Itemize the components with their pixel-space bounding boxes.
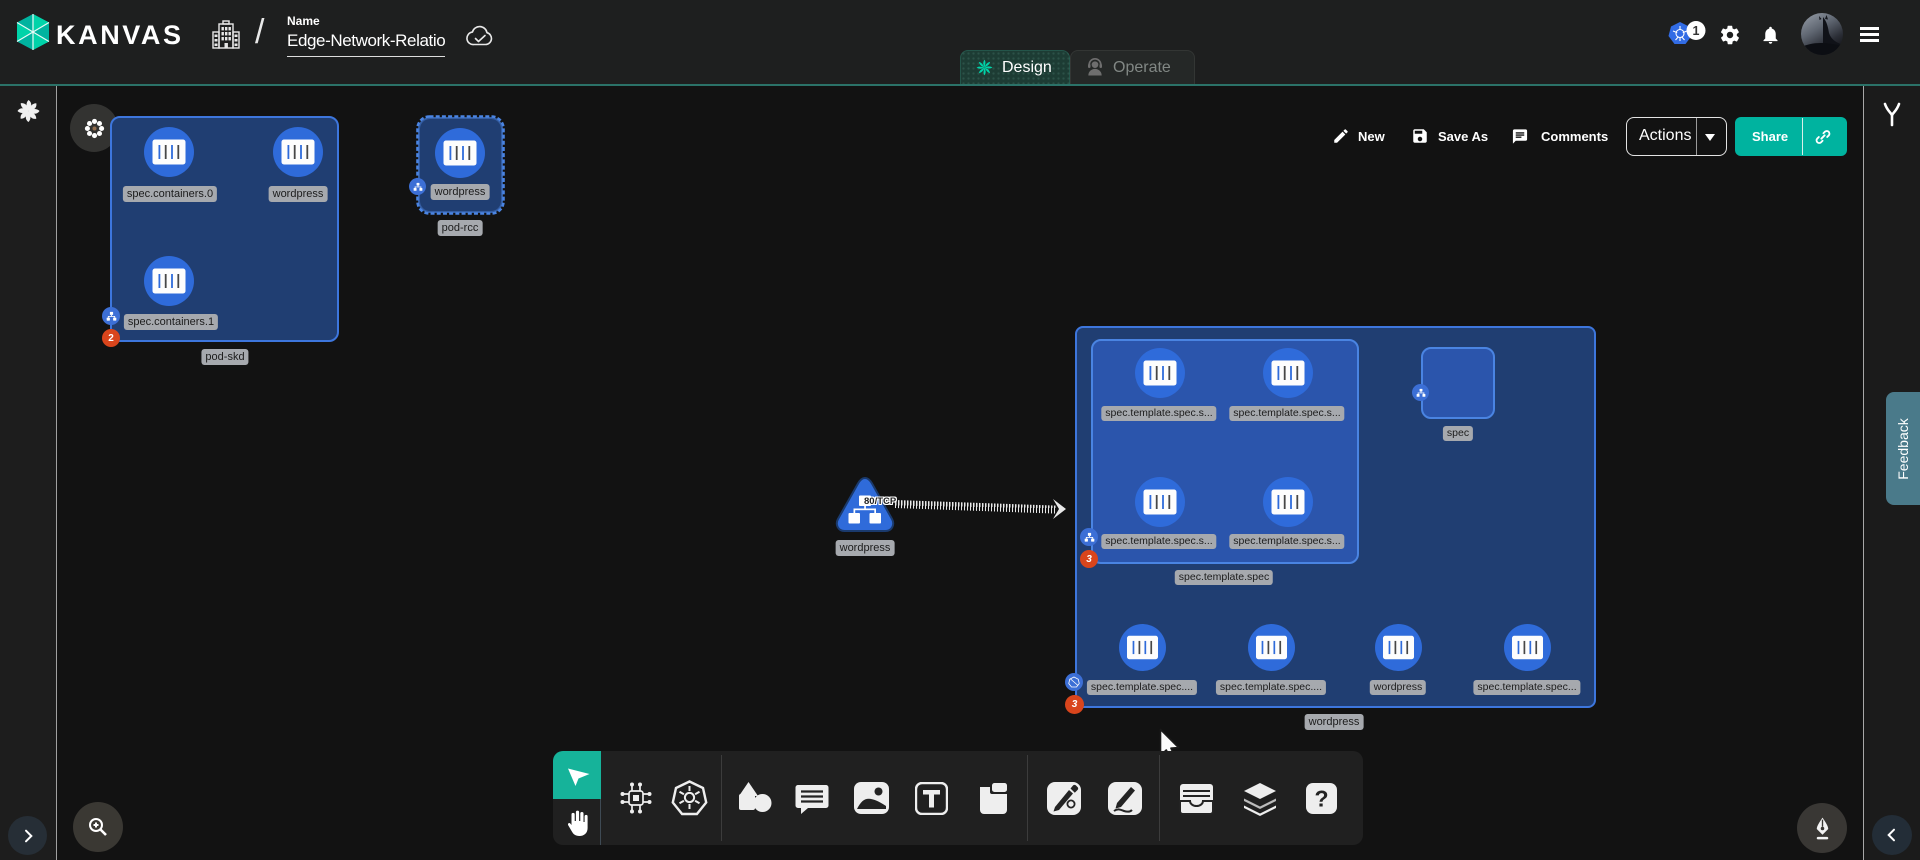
svg-text:?: ? (1314, 786, 1328, 812)
svg-text:1: 1 (1693, 24, 1700, 38)
